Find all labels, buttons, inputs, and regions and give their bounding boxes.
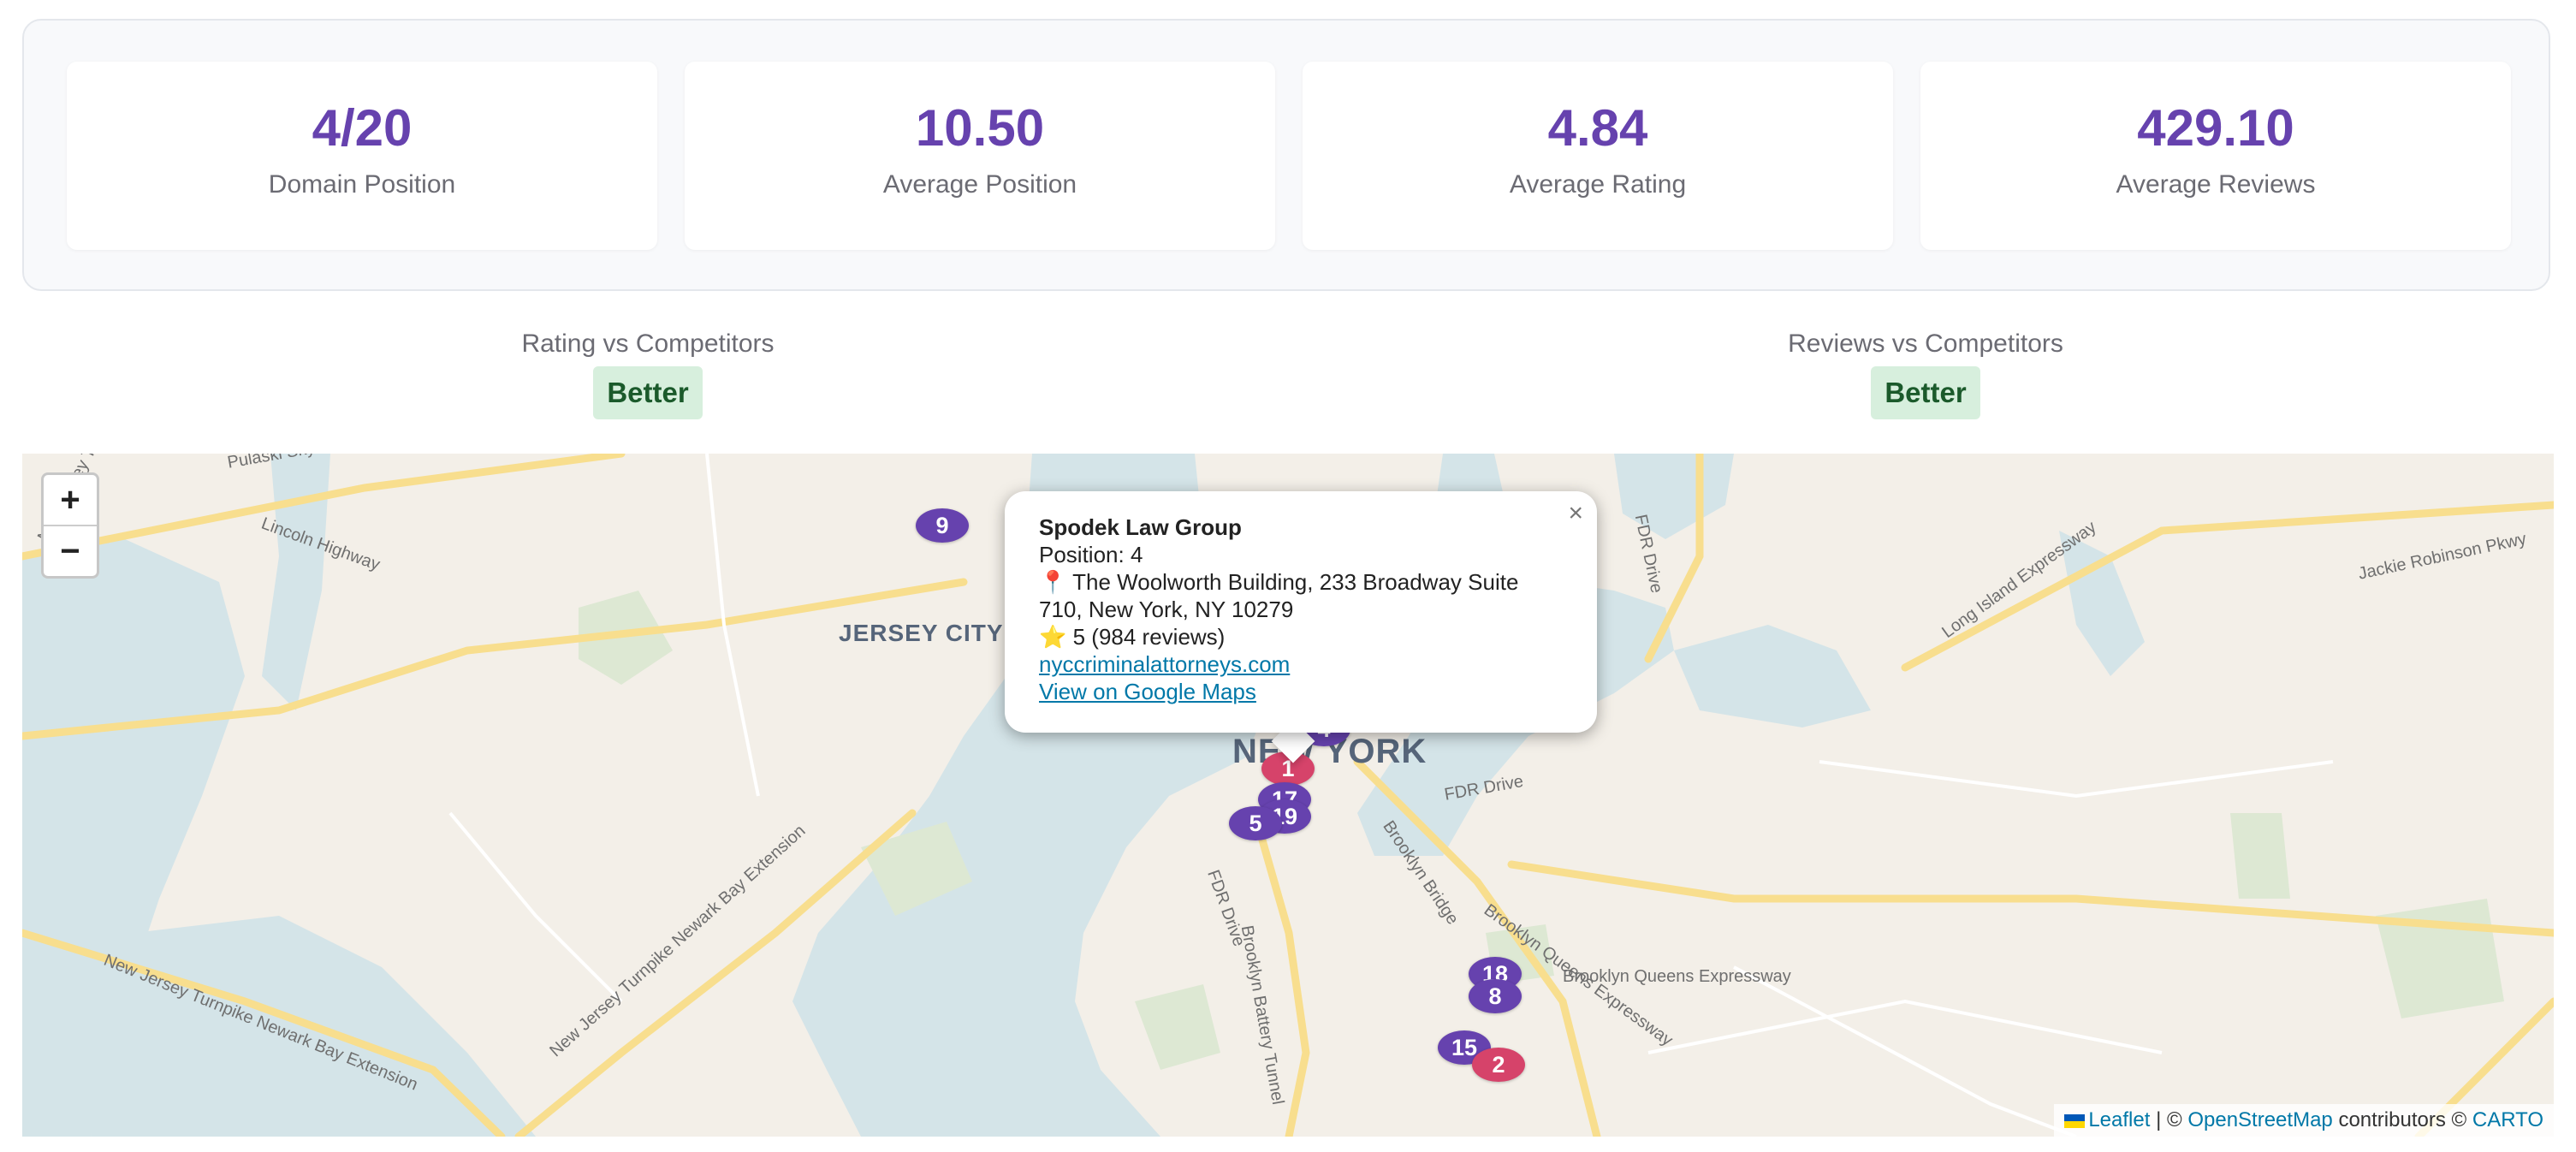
stat-label: Domain Position	[268, 170, 456, 199]
stats-panel: 4/20 Domain Position 10.50 Average Posit…	[22, 19, 2550, 291]
popup-address-line: 710, New York, NY 10279	[1039, 597, 1294, 622]
stat-card-average-reviews: 429.10 Average Reviews	[1920, 62, 2511, 250]
carto-link[interactable]: CARTO	[2472, 1108, 2543, 1131]
reviews-comparison: Reviews vs Competitors Better	[1669, 327, 2182, 419]
popup-position: Position: 4	[1039, 542, 1143, 567]
rating-comparison: Rating vs Competitors Better	[391, 327, 905, 419]
star-icon: ⭐	[1039, 624, 1067, 650]
reviews-comparison-title: Reviews vs Competitors	[1788, 330, 2063, 358]
stat-card-average-position: 10.50 Average Position	[685, 62, 1275, 250]
zoom-in-button[interactable]: +	[44, 475, 97, 525]
pin-icon: 📍	[1039, 569, 1067, 595]
stat-card-average-rating: 4.84 Average Rating	[1303, 62, 1893, 250]
popup-rating: ⭐ 5 (984 reviews)	[1039, 623, 1563, 650]
ukraine-flag-icon	[2064, 1113, 2086, 1128]
stat-value: 4/20	[312, 99, 413, 157]
stat-value: 4.84	[1547, 99, 1648, 157]
attribution-contributors: contributors ©	[2338, 1108, 2467, 1131]
road-label: Brooklyn Queens Expressway	[1563, 967, 1791, 986]
popup-business-name: Spodek Law Group	[1039, 514, 1242, 540]
map-marker[interactable]: 9	[916, 508, 969, 543]
attribution-copyright: ©	[2166, 1108, 2182, 1131]
leaflet-link[interactable]: Leaflet	[2088, 1108, 2150, 1131]
stat-label: Average Position	[882, 170, 1077, 199]
popup-address: 📍 The Woolworth Building, 233 Broadway S…	[1039, 568, 1563, 596]
map-marker[interactable]: 2	[1472, 1048, 1525, 1082]
place-label-jersey-city: JERSEY CITY	[839, 620, 1004, 646]
rating-comparison-title: Rating vs Competitors	[521, 330, 775, 358]
stat-card-domain-position: 4/20 Domain Position	[67, 62, 657, 250]
zoom-out-button[interactable]: −	[44, 525, 97, 576]
rating-status-badge: Better	[593, 366, 703, 419]
map-marker[interactable]: 5	[1229, 806, 1282, 840]
map-marker[interactable]: 8	[1469, 979, 1522, 1013]
stat-label: Average Reviews	[2116, 170, 2316, 199]
zoom-control: + −	[41, 472, 99, 579]
openstreetmap-link[interactable]: OpenStreetMap	[2187, 1108, 2332, 1131]
stat-value: 10.50	[915, 99, 1045, 157]
popup-website-link[interactable]: nyccriminalattorneys.com	[1039, 651, 1290, 677]
stat-value: 429.10	[2137, 99, 2294, 157]
popup-address-line: The Woolworth Building, 233 Broadway Sui…	[1072, 569, 1519, 595]
attribution-separator: |	[2156, 1108, 2162, 1131]
map-attribution: Leaflet | © OpenStreetMap contributors ©…	[2054, 1104, 2554, 1137]
popup-google-maps-link[interactable]: View on Google Maps	[1039, 679, 1256, 704]
popup-rating-text: 5 (984 reviews)	[1072, 624, 1226, 650]
map-view[interactable]: JERSEY CITY NEW YORK Pulaski Skyway Linc…	[22, 454, 2554, 1137]
close-icon[interactable]: ×	[1568, 500, 1583, 527]
stat-label: Average Rating	[1509, 170, 1687, 199]
map-popup: × Spodek Law Group Position: 4 📍 The Woo…	[1005, 491, 1597, 733]
reviews-status-badge: Better	[1871, 366, 1980, 419]
